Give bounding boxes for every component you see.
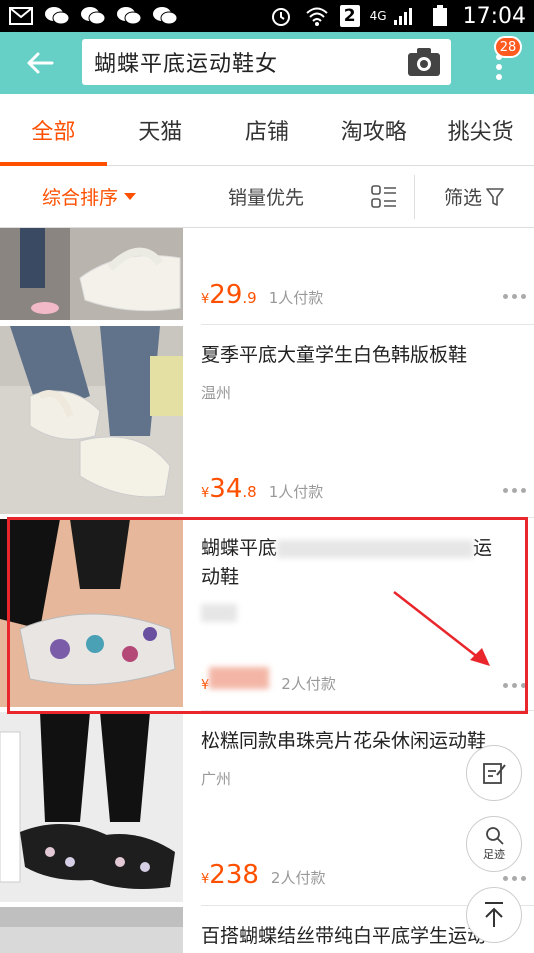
product-item[interactable]: ¥ 29 .9 1人付款 [0,228,534,323]
clock: 17:04 [462,3,526,29]
product-item[interactable]: 松糕同款串珠亮片花朵休闲运动鞋 广州 ¥ 238 2人付款 [0,712,534,904]
product-item[interactable]: 夏季平底大童学生白色韩版板鞋 温州 ¥ 34 .8 1人付款 [0,326,534,516]
sales-count: 1人付款 [268,289,324,307]
annotation-arrow [393,591,490,666]
price-decimal: .8 [242,483,257,501]
more-options-icon[interactable] [503,876,526,881]
more-menu-button[interactable]: 28 [474,32,534,94]
back-to-top-button[interactable] [466,887,522,943]
search-header: 蝴蝶平底运动鞋女 28 [0,32,534,94]
price: ¥ 238 2人付款 [201,860,326,890]
sales-count: 2人付款 [270,869,326,887]
signal-icon [391,6,417,26]
product-item[interactable]: 百搭蝴蝶结丝带纯白平底学生运动 [0,907,534,953]
wechat-icon [80,6,106,26]
price: ¥ 29 .9 1人付款 [201,280,324,310]
sim-slot-indicator: 2 [339,5,360,27]
tab-guides[interactable]: 淘攻略 [320,94,427,165]
sales-count: 1人付款 [268,483,324,501]
footprint-button[interactable]: 足迹 [466,816,522,872]
filter-label: 筛选 [443,187,482,209]
notification-badge: 28 [494,36,522,58]
tab-premium[interactable]: 挑尖货 [427,94,534,165]
mail-icon [8,6,34,26]
filter-button[interactable]: 筛选 [415,166,533,228]
feedback-button[interactable] [466,745,522,801]
view-toggle-button[interactable] [354,166,414,228]
back-button[interactable] [0,32,80,94]
more-options-icon[interactable] [503,294,526,299]
product-title: 夏季平底大童学生白色韩版板鞋 [201,344,468,366]
alarm-icon [268,6,294,26]
wechat-icon [116,6,142,26]
product-image [0,326,183,514]
divider [201,324,534,325]
network-type: 4G [369,9,387,23]
filter-bar: 综合排序 销量优先 筛选 [0,166,534,228]
status-bar: 2 4G 17:04 [0,0,534,32]
arrow-up-icon [485,902,503,927]
more-vertical-icon [496,54,502,84]
funnel-icon [486,187,504,206]
footprint-icon [486,827,504,845]
grid-list-icon [371,184,396,208]
arrow-left-icon [27,52,54,74]
edit-note-icon [483,763,506,784]
price: ¥ 34 .8 1人付款 [201,474,324,504]
product-image [0,712,183,902]
category-tabs: 全部 天猫 店铺 淘攻略 挑尖货 [0,94,534,166]
camera-icon[interactable] [407,47,441,77]
product-location: 温州 [201,384,232,402]
tab-tmall[interactable]: 天猫 [107,94,214,165]
wechat-icon [152,6,178,26]
product-image [0,907,183,953]
product-image [0,228,183,320]
price-decimal: .9 [242,289,257,307]
sort-label: 综合排序 [41,187,118,209]
more-options-icon[interactable] [503,488,526,493]
battery-icon [427,5,453,26]
sales-sort-button[interactable]: 销量优先 [178,166,354,228]
search-query: 蝴蝶平底运动鞋女 [94,52,279,77]
tab-all[interactable]: 全部 [0,94,107,166]
price-integer: 34 [209,474,243,504]
tab-shops[interactable]: 店铺 [214,94,321,165]
wechat-icon [44,6,70,26]
wifi-icon [304,6,330,26]
footprint-label: 足迹 [483,848,505,861]
search-input[interactable]: 蝴蝶平底运动鞋女 [82,39,451,85]
caret-down-icon [124,193,136,200]
price-integer: 238 [209,860,259,890]
price-integer: 29 [209,280,243,310]
sort-dropdown[interactable]: 综合排序 [0,166,178,228]
